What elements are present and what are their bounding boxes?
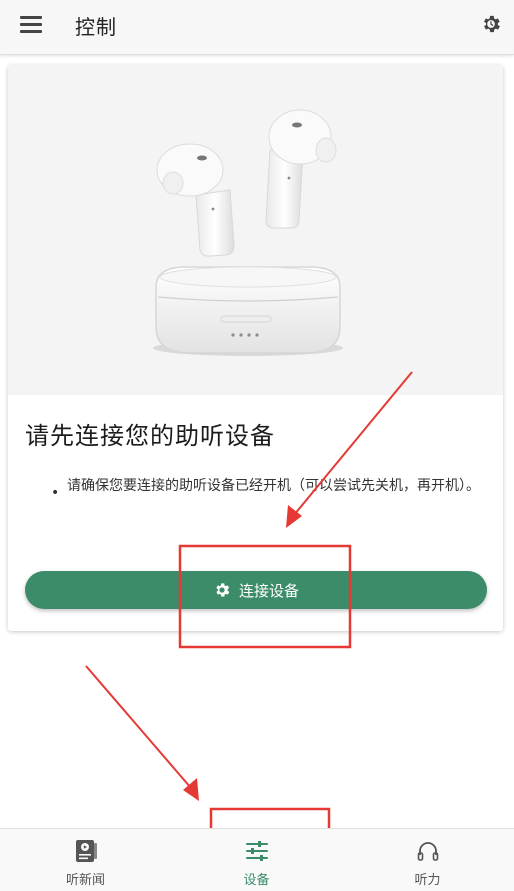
nav-label-device: 设备 [243,873,270,888]
connect-device-button[interactable]: 连接设备 [25,571,487,609]
page-title: 控制 [75,15,117,39]
app-bar: 控制 [0,0,514,55]
nav-label-news: 听新闻 [65,873,105,888]
connect-button-label: 连接设备 [238,581,299,600]
card-heading: 请先连接您的助听设备 [25,422,275,450]
connect-device-card: 请先连接您的助听设备 • 请确保您要连接的助听设备已经开机（可以尝试先关机，再开… [8,65,503,631]
headphones-icon [417,842,438,861]
gear-icon [216,583,230,597]
news-player-icon [75,840,97,862]
nav-item-device[interactable]: 设备 [171,829,342,891]
earbuds-image [8,65,503,395]
nav-item-hearing[interactable]: 听力 [342,829,513,891]
instruction-text: 请确保您要连接的助听设备已经开机（可以尝试先关机，再开机）。 [67,478,480,494]
gear-icon[interactable] [480,13,502,35]
nav-item-news[interactable]: 听新闻 [0,829,171,891]
bottom-navigation: 听新闻 设备 听力 [0,828,514,891]
annotation-arrow-2 [85,665,199,801]
bullet-dot: • [51,485,60,501]
hamburger-menu-icon[interactable] [20,16,42,36]
nav-label-hearing: 听力 [414,873,441,888]
sliders-icon [245,841,268,861]
earbuds-illustration [153,109,343,356]
